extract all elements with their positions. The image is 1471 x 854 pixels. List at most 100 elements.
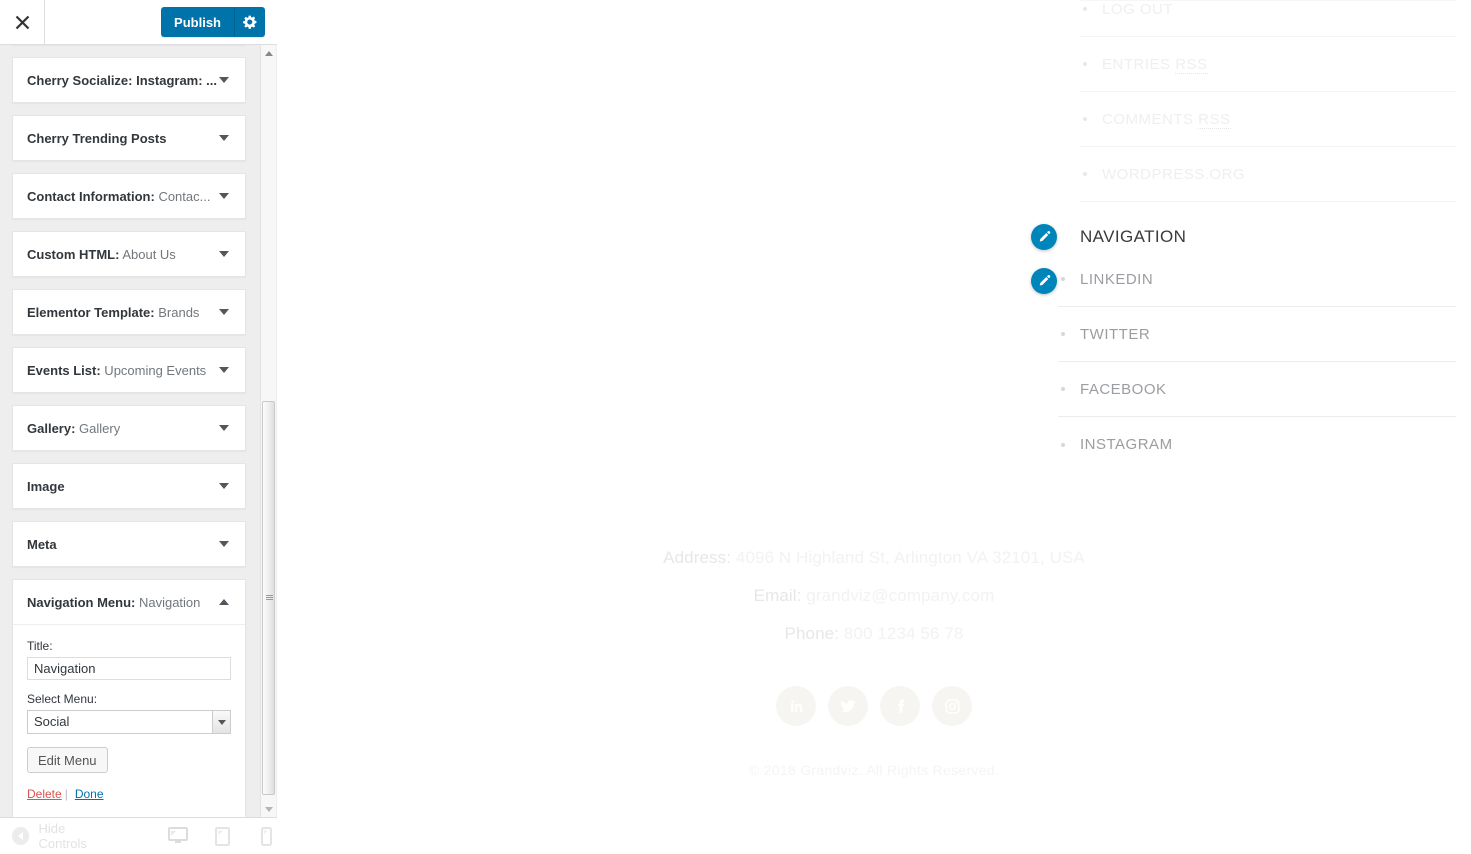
widget-card-cherry-socialize[interactable]: Cherry Socialize: Instagram: ... (12, 57, 246, 103)
widget-link-row: Delete | Done (27, 787, 231, 801)
title-input[interactable] (27, 657, 231, 680)
list-item[interactable]: COMMENTS RSS (1080, 92, 1456, 147)
widget-title: Custom HTML: About Us (27, 246, 176, 262)
hide-controls-button[interactable]: Hide Controls (12, 821, 115, 851)
nav-link-label: TWITTER (1080, 325, 1151, 343)
list-item[interactable]: LINKEDIN (1058, 252, 1456, 307)
widget-card-image[interactable]: Image (12, 463, 246, 509)
publish-button-group: Publish (161, 7, 265, 37)
widget-header[interactable]: Gallery: Gallery (13, 406, 245, 450)
select-menu-value: Social (27, 710, 231, 734)
scrollbar-down-button[interactable] (261, 801, 276, 817)
customizer-panel: Publish Cherry Socialize: Instagram: ... (0, 0, 277, 854)
chevron-up-icon (219, 599, 229, 605)
navigation-widget-heading: NAVIGATION (1058, 222, 1456, 252)
email-label: Email: (753, 586, 802, 605)
widget-title: Contact Information: Contac... (27, 188, 211, 204)
customizer-header: Publish (0, 0, 277, 45)
widget-card-contact-information[interactable]: Contact Information: Contac... (12, 173, 246, 219)
edit-shortcut-navigation-widget[interactable] (1031, 224, 1057, 250)
bullet-icon (1083, 172, 1087, 176)
navigation-menu-widget-form: Title: Select Menu: Social Edit Menu Del… (13, 624, 245, 817)
device-mobile-button[interactable] (255, 825, 277, 847)
meta-link-label: WORDPRESS.ORG (1102, 165, 1246, 183)
widget-header[interactable]: Image (13, 464, 245, 508)
gear-icon (243, 15, 257, 29)
widget-title: Image (27, 478, 65, 494)
facebook-icon (897, 699, 904, 713)
social-link-facebook[interactable] (880, 686, 920, 726)
widget-header[interactable]: Navigation Menu: Navigation (13, 580, 245, 624)
widget-card-events-list[interactable]: Events List: Upcoming Events (12, 347, 246, 393)
chevron-down-icon (219, 367, 229, 373)
widget-title: Elementor Template: Brands (27, 304, 200, 320)
edit-menu-button[interactable]: Edit Menu (27, 747, 108, 773)
bullet-icon (1083, 117, 1087, 121)
pencil-edit-icon (1039, 231, 1051, 242)
navigation-widget-preview: NAVIGATION LINKEDIN TWITTER FACEBOOK INS… (1031, 222, 1456, 472)
nav-link-label: LINKEDIN (1080, 270, 1154, 288)
desktop-icon (168, 827, 188, 843)
done-link[interactable]: Done (75, 787, 104, 801)
meta-link-label: COMMENTS RSS (1102, 110, 1231, 129)
footer-contact-block: Address: 4096 N Highland St, Arlington V… (277, 548, 1471, 662)
select-menu-dropdown[interactable]: Social (27, 710, 231, 734)
social-link-linkedin[interactable] (776, 686, 816, 726)
widget-header[interactable]: Events List: Upcoming Events (13, 348, 245, 392)
social-link-twitter[interactable] (828, 686, 868, 726)
customizer-bottom-bar: Hide Controls (0, 817, 277, 854)
widget-header[interactable]: Cherry Trending Posts (13, 116, 245, 160)
copyright-text: © 2018 Grandviz. All Rights Reserved. (748, 762, 1000, 778)
widget-header[interactable]: Cherry Socialize: Instagram: ... (13, 58, 245, 102)
device-desktop-button[interactable] (167, 825, 189, 847)
publish-button[interactable]: Publish (161, 7, 234, 37)
scroll-down-icon (264, 806, 273, 812)
widget-card-navigation-menu[interactable]: Navigation Menu: Navigation Title: Selec… (12, 579, 246, 817)
widget-title: Meta (27, 536, 57, 552)
address-value: 4096 N Highland St, Arlington VA 32101, … (731, 548, 1085, 567)
hide-controls-label: Hide Controls (38, 821, 87, 851)
contact-phone: Phone: 800 1234 56 78 (277, 624, 1471, 644)
list-item[interactable]: INSTAGRAM (1058, 417, 1456, 472)
list-item[interactable]: LOG OUT (1080, 0, 1456, 37)
phone-value[interactable]: 800 1234 56 78 (839, 624, 963, 643)
social-link-instagram[interactable] (932, 686, 972, 726)
close-icon (15, 15, 29, 29)
list-item[interactable]: WORDPRESS.ORG (1080, 147, 1456, 202)
customizer-settings-button[interactable] (234, 7, 265, 37)
delete-widget-link[interactable]: Delete (27, 787, 62, 801)
panel-scrollbar[interactable] (260, 45, 276, 817)
device-tablet-button[interactable] (211, 825, 233, 847)
email-value[interactable]: grandviz@company.com (801, 586, 994, 605)
widget-list-scroll-area[interactable]: Cherry Socialize: Instagram: ... Cherry … (0, 45, 277, 817)
contact-address: Address: 4096 N Highland St, Arlington V… (277, 548, 1471, 568)
bullet-icon (1061, 277, 1065, 281)
widget-card-gallery[interactable]: Gallery: Gallery (12, 405, 246, 451)
site-preview-pane[interactable]: LOG OUT ENTRIES RSS COMMENTS RSS WORDPRE… (277, 0, 1471, 854)
chevron-down-icon (219, 425, 229, 431)
list-item[interactable]: TWITTER (1058, 307, 1456, 362)
nav-link-label: INSTAGRAM (1080, 436, 1173, 453)
chevron-down-icon (219, 309, 229, 315)
preview-content: LOG OUT ENTRIES RSS COMMENTS RSS WORDPRE… (277, 0, 1471, 854)
close-customizer-button[interactable] (0, 0, 45, 44)
widget-card-custom-html[interactable]: Custom HTML: About Us (12, 231, 246, 277)
widget-card-elementor-template[interactable]: Elementor Template: Brands (12, 289, 246, 335)
edit-shortcut-nav-item[interactable] (1031, 268, 1057, 294)
widget-header[interactable]: Elementor Template: Brands (13, 290, 245, 334)
widget-card-cherry-trending-posts[interactable]: Cherry Trending Posts (12, 115, 246, 161)
widget-header[interactable]: Contact Information: Contac... (13, 174, 245, 218)
title-field-label: Title: (27, 639, 53, 653)
widget-title-text: NAVIGATION (1080, 227, 1187, 246)
bullet-icon (1061, 442, 1065, 447)
nav-link-label: FACEBOOK (1080, 380, 1167, 398)
list-item[interactable]: ENTRIES RSS (1080, 37, 1456, 92)
widget-card-meta[interactable]: Meta (12, 521, 246, 567)
widget-header[interactable]: Meta (13, 522, 245, 566)
meta-link-label: ENTRIES RSS (1102, 55, 1208, 74)
scrollbar-up-button[interactable] (261, 45, 276, 61)
scrollbar-thumb[interactable] (262, 401, 275, 795)
meta-link-label: LOG OUT (1102, 0, 1174, 18)
widget-header[interactable]: Custom HTML: About Us (13, 232, 245, 276)
list-item[interactable]: FACEBOOK (1058, 362, 1456, 417)
